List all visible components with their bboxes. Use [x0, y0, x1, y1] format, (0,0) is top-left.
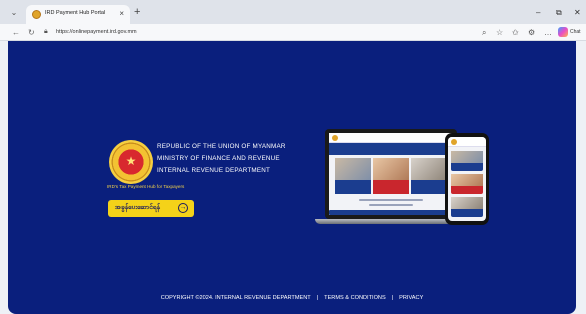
- url-text[interactable]: https://onlinepayment.ird.gov.mm: [56, 29, 137, 35]
- collections-icon[interactable]: ✩: [512, 28, 519, 37]
- mini-card-footer: [411, 182, 447, 194]
- pay-tax-button[interactable]: အခွန်ပေးဆောင်ရန် →: [108, 200, 194, 217]
- pay-tax-label: အခွန်ပေးဆောင်ရန်: [115, 204, 160, 211]
- mini-card: [373, 158, 409, 194]
- mini-site-header: [329, 133, 453, 143]
- new-tab-button[interactable]: +: [134, 7, 140, 18]
- refresh-icon[interactable]: ↻: [28, 28, 35, 37]
- gov-line-ministry: MINISTRY OF FINANCE AND REVENUE: [157, 155, 280, 162]
- gov-line-republic: REPUBLIC OF THE UNION OF MYANMAR: [157, 143, 286, 150]
- footer-copyright: COPYRIGHT ©2024. INTERNAL REVENUE DEPART…: [160, 295, 311, 301]
- footer-separator: |: [316, 295, 319, 301]
- mini-logo-icon: [451, 139, 457, 145]
- mini-card-photo: [451, 151, 483, 163]
- mini-card: [451, 174, 483, 194]
- mini-site-header: [448, 137, 486, 147]
- laptop-base: [315, 219, 465, 224]
- mini-card-photo: [451, 174, 483, 186]
- more-icon[interactable]: …: [544, 28, 552, 37]
- tab-title: IRD Payment Hub Portal: [45, 10, 106, 16]
- footer-separator: |: [391, 295, 394, 301]
- mini-card-footer: [373, 182, 409, 194]
- address-bar-row: ← ↻ 🔒︎ https://onlinepayment.ird.gov.mm …: [0, 24, 586, 41]
- back-icon[interactable]: ←: [12, 28, 20, 37]
- mini-card: [411, 158, 447, 194]
- star-icon: ★: [125, 154, 137, 168]
- close-window-button[interactable]: ✕: [574, 8, 581, 17]
- zoom-icon[interactable]: ⌕: [482, 28, 486, 37]
- hub-caption: IRD's Tax Payment Hub for Taxpayers: [107, 184, 185, 189]
- phone-mockup: [445, 133, 489, 225]
- arrow-right-icon: →: [178, 203, 188, 213]
- laptop-mockup: [315, 129, 465, 225]
- tab-actions-icon[interactable]: ⌄: [8, 7, 20, 19]
- copilot-icon[interactable]: [558, 27, 568, 37]
- mini-card: [451, 151, 483, 171]
- mini-card: [335, 158, 371, 194]
- lock-icon[interactable]: 🔒︎: [44, 28, 51, 36]
- address-bar[interactable]: 🔒︎ https://onlinepayment.ird.gov.mm: [42, 26, 472, 39]
- mini-card-photo: [451, 197, 483, 209]
- chat-label[interactable]: Chat: [570, 29, 581, 35]
- favorite-icon[interactable]: ☆: [496, 28, 503, 37]
- extensions-icon[interactable]: ⚙: [528, 28, 535, 37]
- privacy-link[interactable]: PRIVACY: [399, 295, 423, 301]
- page-viewport: ★ REPUBLIC OF THE UNION OF MYANMAR MINIS…: [8, 41, 576, 314]
- terms-link[interactable]: TERMS & CONDITIONS: [324, 295, 386, 301]
- tab-ird-payment-hub[interactable]: IRD Payment Hub Portal ×: [26, 5, 130, 24]
- mini-card-photo: [335, 158, 371, 180]
- browser-window: ⌄ IRD Payment Hub Portal × + – ⧉ ✕ ← ↻ 🔒…: [0, 0, 586, 314]
- mini-hero-banner: [329, 143, 453, 155]
- restore-button[interactable]: ⧉: [556, 8, 562, 18]
- favicon-icon: [32, 10, 41, 19]
- mini-text-line: [369, 204, 413, 206]
- mini-logo-icon: [332, 135, 338, 141]
- mini-text-line: [359, 199, 423, 201]
- mini-card-footer: [335, 182, 371, 194]
- tab-close-icon[interactable]: ×: [119, 9, 124, 18]
- laptop-display: [329, 133, 453, 215]
- mini-card-photo: [373, 158, 409, 180]
- tab-strip: ⌄ IRD Payment Hub Portal × + – ⧉ ✕: [0, 0, 586, 24]
- laptop-screen: [325, 129, 457, 219]
- ird-emblem-logo: ★: [109, 140, 153, 184]
- page-footer: COPYRIGHT ©2024. INTERNAL REVENUE DEPART…: [8, 295, 576, 301]
- minimize-button[interactable]: –: [536, 8, 540, 17]
- mini-card: [451, 197, 483, 217]
- phone-display: [448, 137, 486, 221]
- gov-line-department: INTERNAL REVENUE DEPARTMENT: [157, 167, 271, 174]
- mini-footer-bar: [329, 210, 453, 215]
- mini-card-photo: [411, 158, 447, 180]
